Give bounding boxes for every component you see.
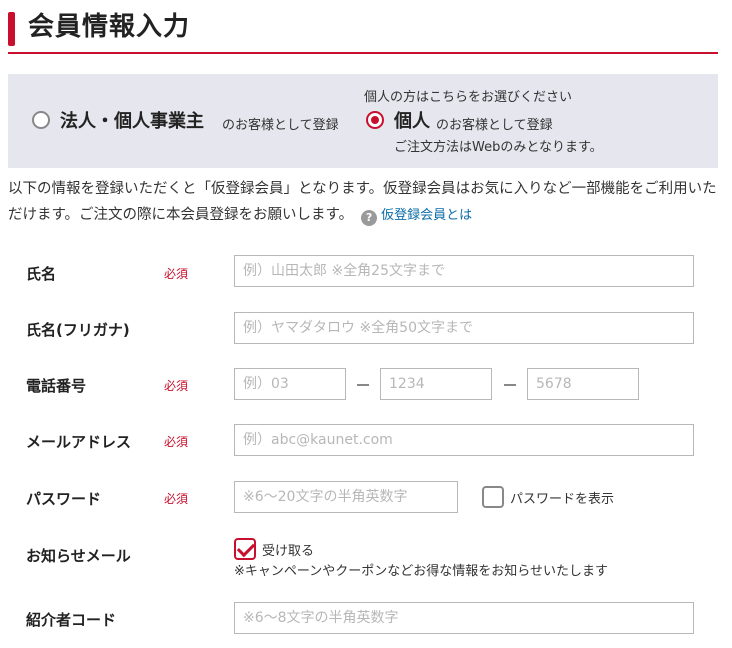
phone-input-last[interactable] — [527, 368, 639, 400]
required-badge: 必須 — [164, 492, 189, 506]
phone-separator — [357, 384, 369, 386]
personal-radio-suffix: のお客様として登録 — [436, 118, 553, 133]
phone-input-middle[interactable] — [380, 368, 492, 400]
kana-input[interactable] — [234, 312, 694, 344]
phone-input-area[interactable] — [234, 368, 346, 400]
title-accent-bar — [8, 12, 15, 46]
name-input[interactable] — [234, 255, 694, 287]
email-input[interactable] — [234, 424, 694, 456]
intro-text-block: 以下の情報を登録いただくと「仮登録会員」となります。仮登録会員はお気に入りなど一… — [8, 176, 720, 229]
newsletter-checkbox[interactable] — [234, 538, 256, 560]
password-label: パスワード — [26, 490, 102, 508]
password-input[interactable] — [234, 481, 458, 513]
page-header: 会員情報入力 — [8, 8, 718, 54]
newsletter-note: ※キャンペーンやクーポンなどお得な情報をお知らせいたします — [234, 564, 608, 579]
referrer-code-input[interactable] — [234, 602, 694, 634]
page-title: 会員情報入力 — [28, 12, 191, 42]
phone-label: 電話番号 — [26, 377, 87, 395]
show-password-label[interactable]: パスワードを表示 — [510, 488, 614, 507]
required-badge: 必須 — [164, 267, 189, 281]
newsletter-checkbox-label[interactable]: 受け取る — [262, 540, 314, 559]
email-label: メールアドレス — [26, 433, 132, 451]
kana-label: 氏名(フリガナ) — [26, 321, 130, 339]
corporate-radio-label[interactable]: 法人・個人事業主 — [60, 107, 204, 133]
personal-note: ご注文方法はWebのみとなります。 — [394, 140, 603, 155]
corporate-radio[interactable] — [32, 111, 50, 129]
corporate-radio-suffix: のお客様として登録 — [222, 118, 339, 133]
required-badge: 必須 — [164, 435, 189, 449]
required-badge: 必須 — [164, 379, 189, 393]
show-password-checkbox[interactable] — [482, 486, 504, 508]
personal-radio-label[interactable]: 個人 — [394, 107, 430, 133]
personal-radio[interactable] — [366, 111, 384, 129]
name-label: 氏名 — [26, 265, 57, 283]
newsletter-label: お知らせメール — [26, 547, 131, 565]
phone-separator — [504, 384, 516, 386]
member-type-panel: 法人・個人事業主 のお客様として登録 個人の方はこちらをお選びください 個人 の… — [8, 74, 718, 168]
personal-hint: 個人の方はこちらをお選びください — [364, 90, 573, 105]
help-icon[interactable]: ? — [361, 210, 378, 226]
referrer-label: 紹介者コード — [26, 611, 117, 629]
provisional-member-link[interactable]: 仮登録会員とは — [381, 208, 472, 223]
